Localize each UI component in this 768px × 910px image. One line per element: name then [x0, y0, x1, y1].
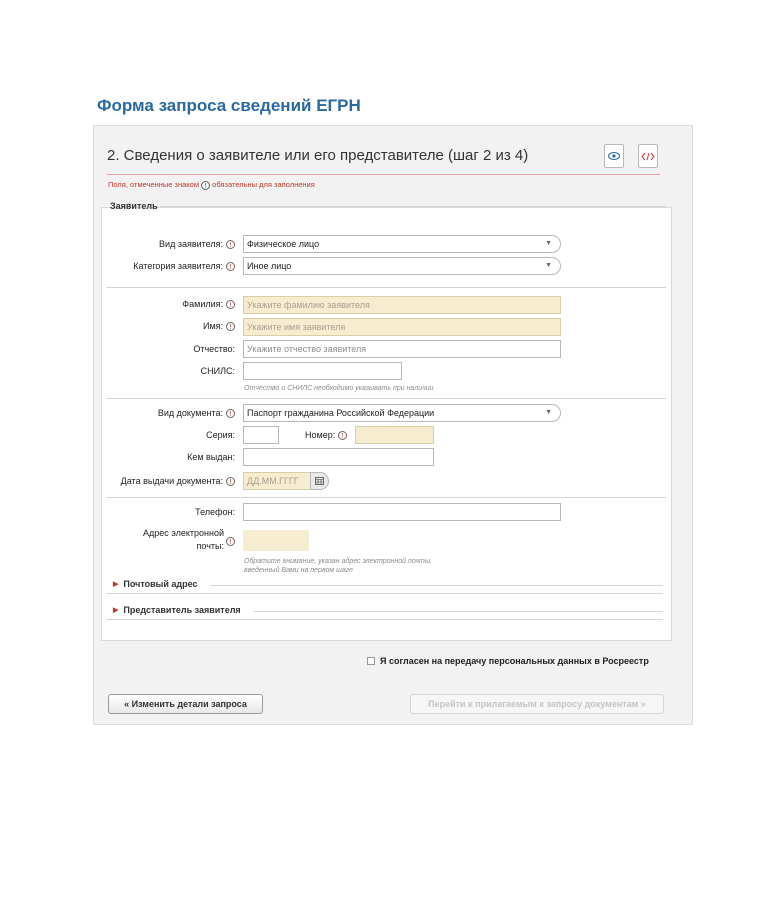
surname-input[interactable]: Укажите фамилию заявителя [243, 296, 561, 314]
doc-type-select[interactable]: Паспорт гражданина Российской Федерации ▼ [243, 404, 561, 422]
applicant-category-label: Категория заявителя:! [133, 261, 235, 272]
email-label: Адрес электронной почты: [142, 528, 224, 551]
divider [106, 497, 666, 498]
consent-label: Я согласен на передачу персональных данн… [380, 656, 649, 666]
patronymic-input[interactable]: Укажите отчество заявителя [243, 340, 561, 358]
step-title: 2. Сведения о заявителе или его представ… [107, 147, 529, 164]
name-label: Имя:! [203, 321, 235, 332]
chevron-down-icon: ▼ [545, 240, 552, 247]
divider [106, 398, 666, 399]
series-input[interactable] [243, 426, 279, 444]
chevron-down-icon: ▼ [545, 409, 552, 416]
collapsible-rule [106, 593, 663, 594]
number-input[interactable] [355, 426, 434, 444]
applicant-type-select[interactable]: Физическое лицо ▼ [243, 235, 561, 253]
email-hint: Обратите внимание, указан адрес электрон… [244, 558, 432, 574]
info-icon: ! [226, 537, 235, 546]
snils-input[interactable] [243, 362, 402, 380]
snils-hint: Отчество и СНИЛС необходимо указывать пр… [244, 385, 434, 392]
surname-label: Фамилия:! [182, 299, 235, 310]
expand-triangle-icon: ▶ [113, 581, 119, 588]
info-icon: ! [226, 322, 235, 332]
email-input[interactable] [243, 530, 309, 551]
next-step-button[interactable]: Перейти к прилагаемым к запросу документ… [410, 694, 664, 714]
expand-triangle-icon: ▶ [113, 607, 119, 614]
info-icon: ! [337, 431, 347, 441]
info-icon: ! [226, 409, 235, 419]
series-label: Серия: [206, 430, 235, 440]
number-label: Номер: ! [305, 430, 347, 441]
info-icon: ! [226, 262, 235, 272]
required-note-text-before: Поля, отмеченные знаком [108, 180, 199, 189]
preview-icon[interactable] [604, 144, 624, 168]
issue-date-label: Дата выдачи документа:! [121, 476, 235, 487]
consent-row: Я согласен на передачу персональных данн… [367, 656, 649, 666]
applicant-category-select[interactable]: Иное лицо ▼ [243, 257, 561, 275]
required-fields-note: Поля, отмеченные знаком ! обязательны дл… [108, 180, 315, 190]
info-icon: ! [201, 180, 211, 190]
postal-address-toggle[interactable]: ▶ Почтовый адрес [113, 579, 198, 589]
page-title: Форма запроса сведений ЕГРН [97, 96, 361, 115]
phone-input[interactable] [243, 503, 561, 521]
info-icon: ! [226, 477, 235, 487]
patronymic-label: Отчество: [193, 344, 235, 354]
collapsible-rule [106, 619, 663, 620]
info-icon: ! [226, 240, 235, 250]
change-request-details-button[interactable]: « Изменить детали запроса [108, 694, 263, 714]
issue-date-input[interactable]: ДД.ММ.ГГГГ [243, 472, 311, 490]
divider [106, 287, 666, 288]
consent-checkbox[interactable] [367, 657, 375, 665]
info-icon: ! [226, 300, 235, 310]
issued-by-input[interactable] [243, 448, 434, 466]
snils-label: СНИЛС: [200, 366, 235, 376]
collapsible-rule [210, 585, 663, 586]
chevron-down-icon: ▼ [545, 262, 552, 269]
collapsible-rule [254, 611, 663, 612]
doc-type-label: Вид документа:! [158, 408, 235, 419]
section-title-rule [160, 206, 666, 207]
section-title-applicant: Заявитель [110, 201, 158, 211]
representative-toggle[interactable]: ▶ Представитель заявителя [113, 605, 241, 615]
xml-code-icon[interactable] [638, 144, 658, 168]
applicant-type-label: Вид заявителя:! [159, 239, 235, 250]
calendar-icon[interactable] [310, 472, 329, 490]
phone-label: Телефон: [195, 507, 235, 517]
name-input[interactable]: Укажите имя заявителя [243, 318, 561, 336]
required-note-text-after: обязательны для заполнения [212, 180, 315, 189]
header-divider [107, 174, 660, 175]
issued-by-label: Кем выдан: [187, 452, 235, 462]
